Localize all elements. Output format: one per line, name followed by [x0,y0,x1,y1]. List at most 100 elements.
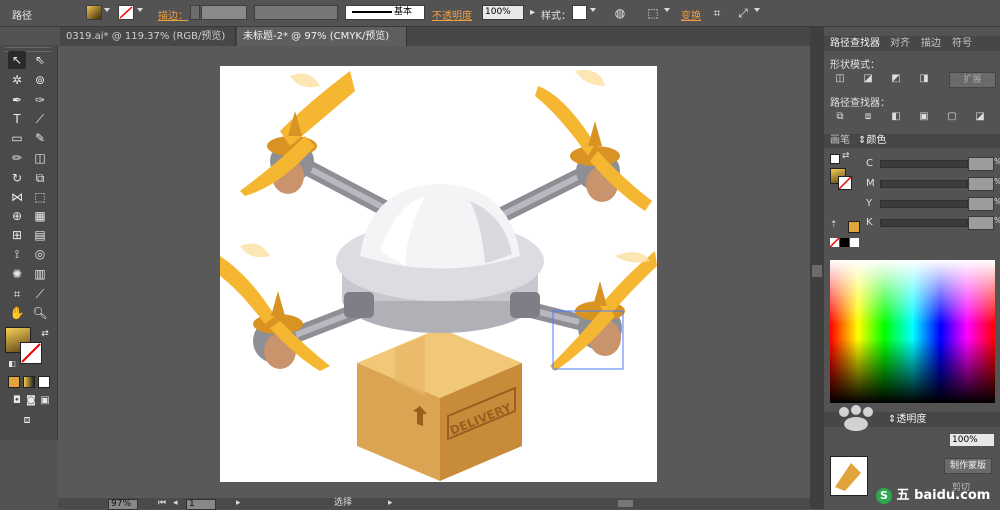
tab-stroke[interactable]: 描边 [921,37,941,51]
crop-icon[interactable]: ▣ [916,110,932,124]
draw-inside-icon[interactable]: ▣ [36,392,54,410]
opacity-label[interactable]: 不透明度 [432,7,472,22]
stroke-label[interactable]: 描边： [158,7,188,22]
default-colors-icon[interactable]: ◧ [3,355,21,373]
pen-tool-icon[interactable]: ✒ [8,91,26,109]
color-spectrum[interactable] [830,260,995,403]
more-options-icon[interactable]: ⤢ [735,5,751,21]
tab-document-1[interactable]: 0319.ai* @ 119.37% (RGB/预览) × [60,27,236,61]
tab-color[interactable]: ⇕颜色 [858,134,886,148]
zoom-tool-icon[interactable]: 🔍︎ [31,304,49,322]
transform-link[interactable]: 变换 [681,7,701,22]
perspective-grid-tool-icon[interactable]: ▦ [31,207,49,225]
recolor-artwork-icon[interactable]: ◍ [612,5,628,21]
channel-y-input[interactable] [968,197,994,211]
channel-k-input[interactable] [968,216,994,230]
gamut-swatch[interactable] [848,221,860,233]
lasso-tool-icon[interactable]: ⊚ [31,71,49,89]
align-to-icon[interactable]: ⬚ [645,5,661,21]
graphic-style-swatch[interactable] [572,5,587,20]
line-tool-icon[interactable]: ⟋ [31,110,49,128]
minus-front-icon[interactable]: ◪ [860,72,876,86]
tab-align[interactable]: 对齐 [890,37,910,51]
mini-default-icon[interactable] [830,154,840,164]
channel-m-slider[interactable] [880,180,968,188]
gradient-mode-icon[interactable] [23,376,35,388]
paintbrush-tool-icon[interactable]: ✎ [31,129,49,147]
stroke-weight-input[interactable] [201,5,247,20]
opacity-input[interactable]: 100% [482,5,524,20]
mini-swap-icon[interactable]: ⇄ [842,151,850,161]
none-mode-icon[interactable] [38,376,50,388]
outline-icon[interactable]: ▢ [944,110,960,124]
color-mode-icon[interactable] [8,376,20,388]
stroke-dropdown-icon[interactable] [137,8,143,12]
make-mask-button[interactable]: 制作蒙版 [944,458,992,474]
channel-c-slider[interactable] [880,160,968,168]
more-dropdown-icon[interactable] [754,8,760,12]
stroke-swatch[interactable] [118,5,134,20]
align-dropdown-icon[interactable] [664,8,670,12]
magic-wand-tool-icon[interactable]: ✲ [8,71,26,89]
direct-selection-tool-icon[interactable]: ⇖ [31,51,49,69]
free-transform-tool-icon[interactable]: ⬚ [31,188,49,206]
channel-c-input[interactable] [968,157,994,171]
horizontal-scroll-thumb[interactable] [618,500,633,507]
artboard-tool-icon[interactable]: ⌗ [8,285,26,303]
selection-tool-icon[interactable]: ↖ [8,51,26,69]
hand-tool-icon[interactable]: ✋ [8,304,26,322]
column-graph-tool-icon[interactable]: ▥ [31,265,49,283]
eyedropper-tool-icon[interactable]: ⟟ [8,245,26,263]
fill-swatch[interactable] [86,5,102,20]
curvature-tool-icon[interactable]: ✑ [31,91,49,109]
isolate-icon[interactable]: ⌗ [709,5,725,21]
stroke-weight-stepper[interactable] [190,5,200,20]
type-tool-icon[interactable]: T [8,110,26,128]
stroke-color-box[interactable] [20,342,42,364]
rotate-tool-icon[interactable]: ↻ [8,169,26,187]
black-swatch[interactable] [840,238,849,247]
artboard-number-input[interactable]: 1 [186,499,216,510]
dock-scrollbar[interactable] [810,27,824,509]
merge-icon[interactable]: ◧ [888,110,904,124]
dock-scroll-thumb[interactable] [812,265,822,277]
prev-artboard-icon[interactable]: ◂ [173,498,178,509]
next-artboard-icon[interactable]: ▸ [236,498,241,509]
scale-tool-icon[interactable]: ⧉ [31,169,49,187]
exclude-icon[interactable]: ◨ [916,72,932,86]
screen-mode-icon[interactable]: ⧈ [18,411,36,429]
style-dropdown-icon[interactable] [590,8,596,12]
channel-y-slider[interactable] [880,200,968,208]
artboard[interactable]: DELIVERY [220,66,657,482]
trim-icon[interactable]: ⧈ [860,110,876,124]
pencil-tool-icon[interactable]: ✏ [8,149,26,167]
intersect-icon[interactable]: ◩ [888,72,904,86]
tab-document-2[interactable]: 未标题-2* @ 97% (CMYK/预览) × [237,27,407,61]
minus-back-icon[interactable]: ◪ [972,110,988,124]
white-swatch[interactable] [850,238,859,247]
color-stroke-box[interactable] [838,176,852,190]
out-of-gamut-icon[interactable]: ⇡ [830,220,838,230]
shape-builder-tool-icon[interactable]: ⊕ [8,207,26,225]
opacity-arrow-icon[interactable]: ▸ [530,7,535,18]
tab-pathfinder[interactable]: 路径查找器 [830,37,880,51]
mesh-tool-icon[interactable]: ⊞ [8,226,26,244]
variable-width-profile[interactable] [254,5,338,20]
none-swatch[interactable] [830,238,839,247]
zoom-input[interactable]: 97% [108,499,138,510]
unite-icon[interactable]: ◫ [832,72,848,86]
object-thumbnail[interactable] [830,456,868,496]
fill-dropdown-icon[interactable] [104,8,110,12]
blend-tool-icon[interactable]: ◎ [31,245,49,263]
eraser-tool-icon[interactable]: ◫ [31,149,49,167]
slice-tool-icon[interactable]: ⟋ [31,285,49,303]
symbol-sprayer-tool-icon[interactable]: ✺ [8,265,26,283]
first-artboard-icon[interactable]: ⏮ [158,498,166,509]
brush-definition[interactable]: 基本 [345,5,425,20]
divide-icon[interactable]: ⧉ [832,110,848,124]
width-tool-icon[interactable]: ⋈ [8,188,26,206]
status-arrow-icon[interactable]: ▸ [388,498,393,509]
transparency-opacity-input[interactable]: 100% [950,434,994,446]
swap-fill-stroke-icon[interactable]: ⇄ [36,325,54,343]
tab-brushes[interactable]: 画笔 [830,134,850,148]
